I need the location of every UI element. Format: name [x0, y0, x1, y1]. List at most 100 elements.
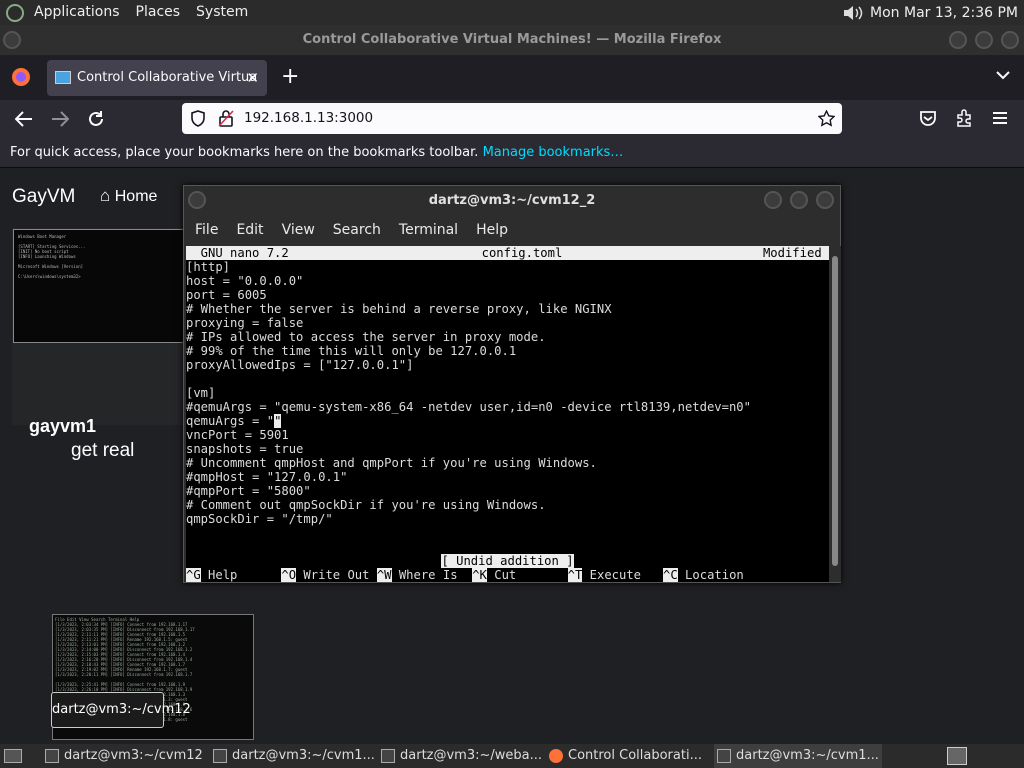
terminal-scrollbar[interactable] [829, 246, 841, 582]
insecure-lock-icon[interactable] [218, 110, 234, 127]
terminal-minimize-button[interactable] [764, 191, 782, 209]
editor-text[interactable]: [http] host = "0.0.0.0" port = 6005 # Wheth… [186, 260, 829, 554]
bookmarks-toolbar: For quick access, place your bookmarks h… [0, 138, 1024, 168]
vm-name[interactable]: gayvm1 [29, 416, 96, 437]
vm-thumbnail[interactable]: Windows Boot Manager [START] Starting Se… [13, 229, 184, 343]
editor-line[interactable]: # IPs allowed to access the server in pr… [186, 330, 829, 344]
home-link[interactable]: ⌂ Home [100, 186, 157, 206]
terminal-titlebar[interactable]: dartz@vm3:~/cvm12_2 [184, 186, 840, 216]
shield-icon[interactable] [190, 110, 206, 127]
firefox-window-titlebar[interactable]: Control Collaborative Virtual Machines! … [0, 25, 1024, 55]
terminal-menu-help[interactable]: Help [467, 216, 517, 244]
shortcut-key: ^K [472, 568, 487, 582]
editor-line[interactable] [186, 540, 829, 554]
shortcut-label: Write Out [296, 568, 377, 582]
firefox-window-title: Control Collaborative Virtual Machines! … [302, 32, 722, 47]
new-tab-button[interactable]: + [281, 63, 299, 91]
maximize-button[interactable] [975, 31, 993, 49]
show-desktop-icon[interactable] [4, 749, 22, 763]
extensions-icon[interactable] [955, 109, 973, 127]
distro-logo-icon[interactable] [6, 3, 24, 22]
close-window-button[interactable] [1001, 31, 1019, 49]
shortcut-key: ^O [281, 568, 297, 582]
taskbar-item-terminal-1[interactable]: dartz@vm3:~/cvm12 [42, 744, 210, 768]
terminal-menu-terminal[interactable]: Terminal [390, 216, 467, 244]
tab-title: Control Collaborative Virtua [77, 70, 258, 85]
terminal-window-menu-button[interactable] [188, 191, 206, 209]
firefox-nav-bar: 192.168.1.13:3000 [0, 100, 1024, 138]
editor-line[interactable]: # Whether the server is behind a reverse… [186, 302, 829, 316]
editor-line[interactable]: vncPort = 5901 [186, 428, 829, 442]
terminal-menu-view[interactable]: View [273, 216, 324, 244]
editor-line[interactable]: port = 6005 [186, 288, 829, 302]
editor-line[interactable]: proxyAllowedIps = ["127.0.0.1"] [186, 358, 829, 372]
editor-line[interactable]: #qemuArgs = "qemu-system-x86_64 -netdev … [186, 400, 829, 414]
editor-line[interactable]: [http] [186, 260, 829, 274]
bookmark-star-icon[interactable] [818, 110, 835, 127]
editor-line[interactable] [186, 372, 829, 386]
url-bar[interactable]: 192.168.1.13:3000 [182, 103, 842, 134]
vm-card[interactable]: Windows Boot Manager [START] Starting Se… [12, 228, 186, 425]
clock[interactable]: Mon Mar 13, 2:36 PM [870, 5, 1018, 21]
site-brand[interactable]: GayVM [12, 186, 75, 208]
applications-menu[interactable]: Applications [26, 0, 128, 25]
task-label: dartz@vm3:~/cvm12 [64, 748, 203, 763]
close-tab-icon[interactable]: ✕ [246, 60, 259, 96]
volume-icon[interactable] [842, 4, 864, 22]
window-menu-button[interactable] [3, 31, 21, 49]
editor-line[interactable]: #qmpHost = "127.0.0.1" [186, 470, 829, 484]
terminal-menu-file[interactable]: File [186, 216, 227, 244]
editor-line[interactable]: # Comment out qmpSockDir if you're using… [186, 498, 829, 512]
editor-line[interactable]: # 99% of the time this will only be 127.… [186, 344, 829, 358]
editor-line[interactable]: qemuArgs = "" [186, 414, 829, 428]
editor-line[interactable]: #qmpPort = "5800" [186, 484, 829, 498]
taskbar-item-terminal-2[interactable]: dartz@vm3:~/cvm1... [210, 744, 378, 768]
editor-line[interactable]: qmpSockDir = "/tmp/" [186, 512, 829, 526]
editor-line[interactable]: snapshots = true [186, 442, 829, 456]
shortcut-key: ^C [663, 568, 678, 582]
home-label: Home [114, 188, 158, 205]
terminal-icon [45, 749, 59, 763]
shortcut-key: ^G [186, 568, 201, 582]
pocket-icon[interactable] [919, 110, 937, 127]
forward-arrow-icon[interactable] [51, 111, 69, 127]
terminal-menu-search[interactable]: Search [324, 216, 390, 244]
shortcut-label: Location [677, 568, 744, 582]
taskbar-item-firefox[interactable]: Control Collaborati... [546, 744, 714, 768]
nano-editor[interactable]: GNU nano 7.2 config.toml Modified [http]… [186, 246, 829, 582]
nano-status-line: [ Undid addition ] [186, 554, 829, 568]
firefox-tab-strip: Control Collaborative Virtua ✕ + [0, 55, 1024, 100]
places-menu[interactable]: Places [128, 0, 189, 25]
editor-line[interactable]: proxying = false [186, 316, 829, 330]
manage-bookmarks-link[interactable]: Manage bookmarks… [483, 145, 624, 160]
editor-line[interactable] [186, 526, 829, 540]
top-panel-tray: Mon Mar 13, 2:36 PM [842, 4, 1024, 22]
minimize-button[interactable] [949, 31, 967, 49]
editor-line[interactable]: [vm] [186, 386, 829, 400]
desktop: Applications Places System Mon Mar 13, 2… [0, 0, 1024, 768]
terminal-menubar: File Edit View Search Terminal Help [184, 216, 840, 244]
list-all-tabs-icon[interactable] [996, 70, 1010, 80]
editor-line[interactable]: # Uncomment qmpHost and qmpPort if you'r… [186, 456, 829, 470]
terminal-menu-edit[interactable]: Edit [227, 216, 272, 244]
shortcut-label: Where Is [391, 568, 473, 582]
terminal-window[interactable]: dartz@vm3:~/cvm12_2 File Edit View Searc… [183, 185, 841, 583]
scrollbar-thumb[interactable] [832, 256, 838, 566]
firefox-menu-icon[interactable] [11, 67, 31, 87]
taskbar-item-terminal-active[interactable]: dartz@vm3:~/cvm1... [714, 744, 882, 768]
task-label: Control Collaborati... [568, 748, 702, 763]
system-menu[interactable]: System [188, 0, 256, 25]
editor-line[interactable]: host = "0.0.0.0" [186, 274, 829, 288]
nano-modified-flag: Modified [762, 246, 829, 260]
terminal-maximize-button[interactable] [790, 191, 808, 209]
tab-control-collaborative[interactable]: Control Collaborative Virtua ✕ [47, 60, 267, 96]
terminal-close-button[interactable] [816, 191, 834, 209]
url-text: 192.168.1.13:3000 [244, 110, 374, 126]
home-icon: ⌂ [100, 186, 111, 205]
hamburger-menu-icon[interactable] [992, 111, 1008, 125]
nano-header: GNU nano 7.2 config.toml Modified [186, 246, 829, 260]
reload-icon[interactable] [87, 110, 105, 128]
back-arrow-icon[interactable] [15, 111, 33, 127]
taskbar-item-terminal-3[interactable]: dartz@vm3:~/weba... [378, 744, 546, 768]
workspace-switcher-icon[interactable] [947, 747, 967, 765]
